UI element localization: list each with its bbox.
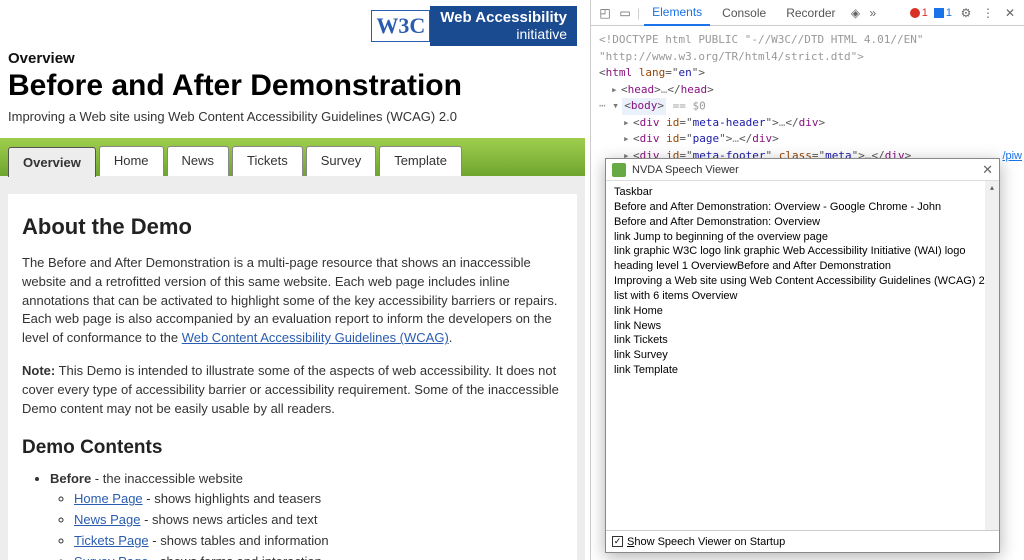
nvda-body: Taskbar Before and After Demonstration: … bbox=[606, 181, 999, 530]
devtools-toolbar: ◰ ▭ | Elements Console Recorder ◈ » 1 1 … bbox=[591, 0, 1024, 26]
footer-label[interactable]: Show Speech Viewer on Startup bbox=[627, 536, 785, 548]
page-header: W3C Web Accessibility initiative Overvie… bbox=[0, 0, 585, 124]
content-box: About the Demo The Before and After Demo… bbox=[8, 194, 577, 560]
dom-doctype[interactable]: "http://www.w3.org/TR/html4/strict.dtd"> bbox=[599, 49, 1016, 66]
wai-line1: Web Accessibility bbox=[440, 10, 567, 27]
list-item: Tickets Page - shows tables and informat… bbox=[74, 531, 563, 552]
dom-html[interactable]: <html lang="en"> bbox=[599, 65, 1016, 82]
devtools-tab-recorder[interactable]: Recorder bbox=[778, 1, 843, 25]
nvda-line: list with 6 items Overview bbox=[614, 289, 991, 304]
wai-logo[interactable]: Web Accessibility initiative bbox=[430, 6, 577, 46]
list-item: Home Page - shows highlights and teasers bbox=[74, 489, 563, 510]
nvda-footer: ✓ Show Speech Viewer on Startup bbox=[606, 530, 999, 552]
demo-contents-heading: Demo Contents bbox=[22, 437, 563, 459]
tab-tickets[interactable]: Tickets bbox=[232, 146, 303, 176]
demo-list: Before - the inaccessible website Home P… bbox=[22, 469, 563, 560]
dom-div[interactable]: ▸<div id="meta-header">…</div> bbox=[599, 115, 1016, 132]
before-label: Before bbox=[50, 471, 91, 486]
list-item: Survey Page - shows forms and interactio… bbox=[74, 552, 563, 560]
before-desc: - the inaccessible website bbox=[91, 471, 243, 486]
w3c-logo[interactable]: W3C bbox=[371, 10, 430, 42]
note-paragraph: Note: This Demo is intended to illustrat… bbox=[22, 362, 563, 419]
nvda-line: link Home bbox=[614, 304, 991, 319]
scroll-up-icon[interactable]: ▴ bbox=[985, 181, 999, 195]
note-text: This Demo is intended to illustrate some… bbox=[22, 363, 559, 416]
dom-body[interactable]: ⋯ ▾<body> == $0 bbox=[599, 98, 1016, 115]
source-link[interactable]: /piw bbox=[1002, 150, 1022, 162]
home-page-link[interactable]: Home Page bbox=[74, 491, 143, 506]
nvda-line: heading level 1 OverviewBefore and After… bbox=[614, 259, 991, 274]
devtools-tab-console[interactable]: Console bbox=[714, 1, 774, 25]
webpage-pane: W3C Web Accessibility initiative Overvie… bbox=[0, 0, 585, 560]
dom-doctype[interactable]: <!DOCTYPE html PUBLIC "-//W3C//DTD HTML … bbox=[599, 32, 1016, 49]
overview-label: Overview bbox=[8, 50, 577, 67]
nvda-line: link News bbox=[614, 319, 991, 334]
kebab-icon[interactable]: ⋮ bbox=[980, 5, 996, 21]
tickets-page-link[interactable]: Tickets Page bbox=[74, 533, 149, 548]
nvda-line: link Tickets bbox=[614, 333, 991, 348]
nvda-line: Before and After Demonstration: Overview bbox=[614, 215, 991, 230]
nvda-title-text: NVDA Speech Viewer bbox=[632, 164, 739, 176]
tab-home[interactable]: Home bbox=[99, 146, 164, 176]
error-badge[interactable]: 1 bbox=[910, 7, 928, 19]
tab-strip: Overview Home News Tickets Survey Templa… bbox=[0, 138, 585, 176]
about-heading: About the Demo bbox=[22, 214, 563, 240]
logo-block[interactable]: W3C Web Accessibility initiative bbox=[371, 6, 577, 46]
tab-overview[interactable]: Overview bbox=[8, 147, 96, 177]
preview-icon[interactable]: ◈ bbox=[848, 5, 864, 21]
dom-div[interactable]: ▸<div id="page">…</div> bbox=[599, 131, 1016, 148]
device-icon[interactable]: ▭ bbox=[617, 5, 633, 21]
nvda-line: link Survey bbox=[614, 348, 991, 363]
gear-icon[interactable]: ⚙ bbox=[958, 5, 974, 21]
survey-page-link[interactable]: Survey Page bbox=[74, 554, 148, 560]
startup-checkbox[interactable]: ✓ bbox=[612, 536, 623, 547]
close-icon[interactable]: ✕ bbox=[982, 162, 993, 178]
list-item: News Page - shows news articles and text bbox=[74, 510, 563, 531]
close-icon[interactable]: ✕ bbox=[1002, 5, 1018, 21]
nvda-line: link graphic W3C logo link graphic Web A… bbox=[614, 244, 991, 259]
page-title: Before and After Demonstration bbox=[8, 69, 577, 103]
dom-head[interactable]: ▸<head>…</head> bbox=[599, 82, 1016, 99]
note-label: Note: bbox=[22, 363, 55, 378]
nvda-icon bbox=[612, 163, 626, 177]
tab-survey[interactable]: Survey bbox=[306, 146, 376, 176]
about-paragraph: The Before and After Demonstration is a … bbox=[22, 254, 563, 348]
nvda-speech-viewer[interactable]: NVDA Speech Viewer ✕ Taskbar Before and … bbox=[605, 158, 1000, 553]
more-tabs-icon[interactable]: » bbox=[870, 6, 877, 20]
before-sublist: Home Page - shows highlights and teasers… bbox=[50, 489, 563, 560]
wcag-link[interactable]: Web Content Accessibility Guidelines (WC… bbox=[182, 330, 449, 345]
nvda-line: Taskbar bbox=[614, 185, 991, 200]
inspect-icon[interactable]: ◰ bbox=[597, 5, 613, 21]
nvda-titlebar[interactable]: NVDA Speech Viewer ✕ bbox=[606, 159, 999, 181]
nvda-line: Before and After Demonstration: Overview… bbox=[614, 200, 991, 215]
nvda-line: link Template bbox=[614, 363, 991, 378]
tab-news[interactable]: News bbox=[167, 146, 230, 176]
nvda-line: Improving a Web site using Web Content A… bbox=[614, 274, 991, 289]
logo-row: W3C Web Accessibility initiative bbox=[8, 6, 577, 46]
list-item-before: Before - the inaccessible website Home P… bbox=[50, 469, 563, 560]
news-page-link[interactable]: News Page bbox=[74, 512, 140, 527]
nvda-line: link Jump to beginning of the overview p… bbox=[614, 230, 991, 245]
scrollbar[interactable]: ▴ bbox=[985, 181, 999, 530]
info-badge[interactable]: 1 bbox=[934, 7, 952, 19]
tab-template[interactable]: Template bbox=[379, 146, 462, 176]
devtools-tab-elements[interactable]: Elements bbox=[644, 0, 710, 26]
wai-line2: initiative bbox=[440, 27, 567, 42]
content-area: About the Demo The Before and After Demo… bbox=[0, 176, 585, 560]
page-subtitle: Improving a Web site using Web Content A… bbox=[8, 109, 577, 124]
